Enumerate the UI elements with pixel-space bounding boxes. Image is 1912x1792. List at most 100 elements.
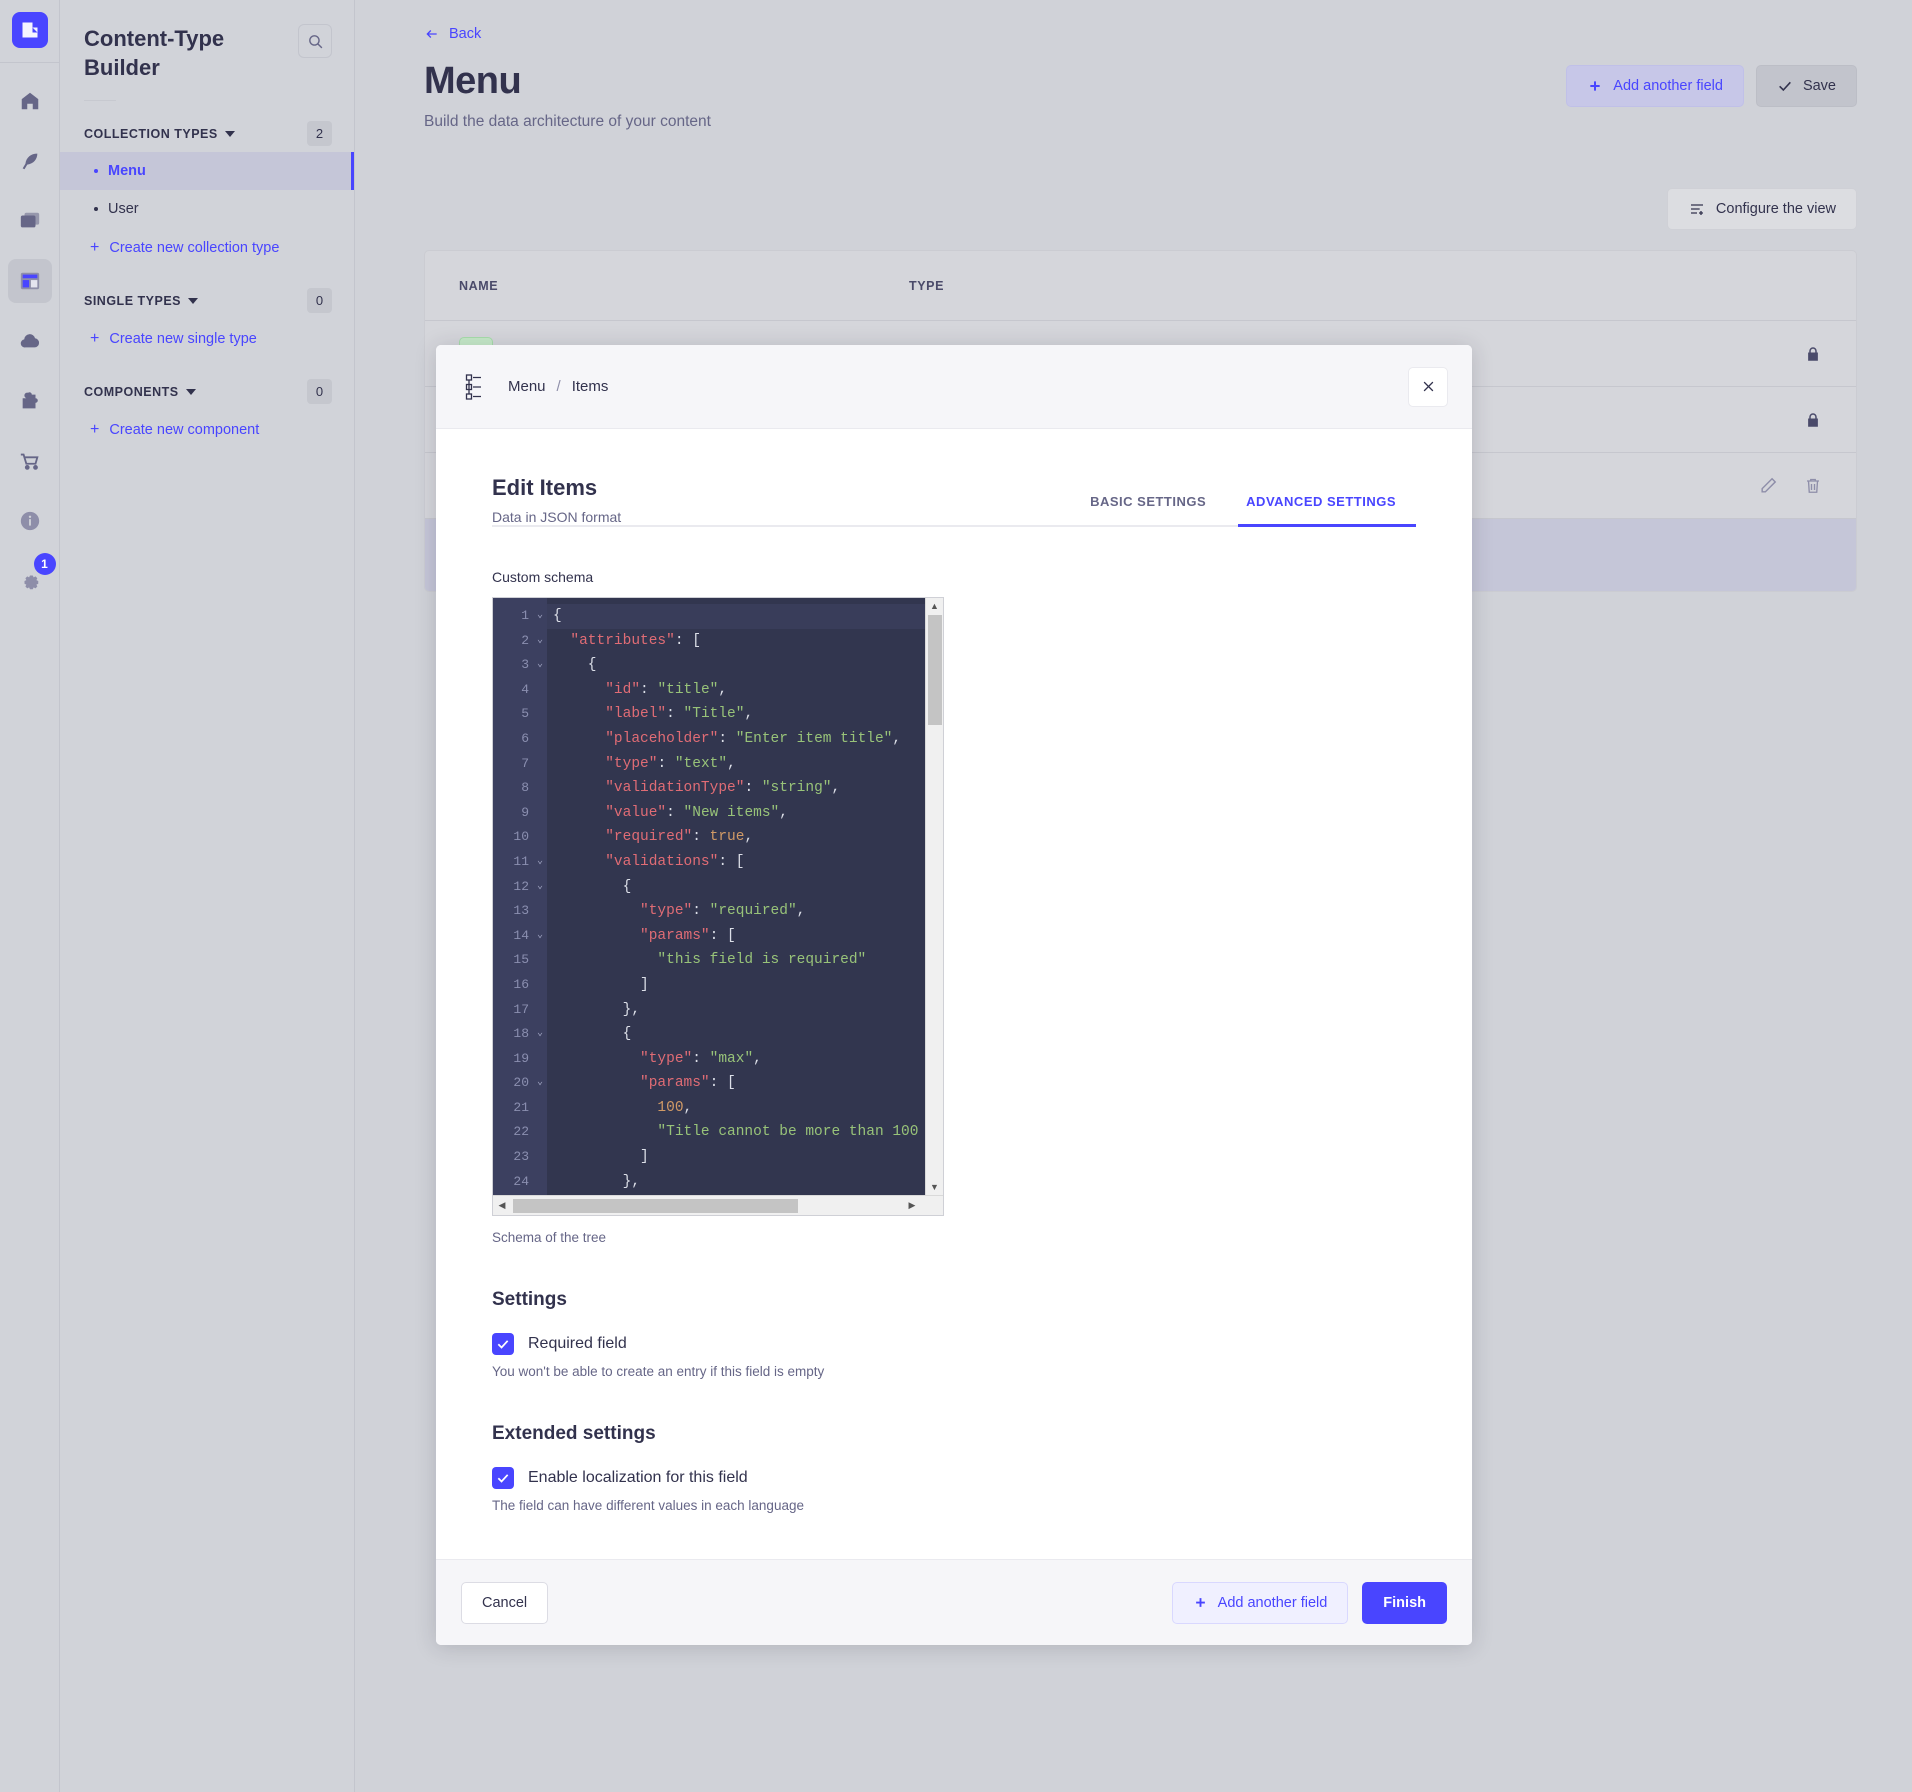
tab-advanced-settings[interactable]: ADVANCED SETTINGS (1226, 494, 1416, 525)
rail-icon-list: 1 (8, 63, 52, 603)
editor-code-line[interactable]: "attributes": [ (547, 629, 943, 654)
scroll-right-icon[interactable]: ▶ (903, 1200, 921, 1211)
lock-icon (1804, 410, 1822, 430)
strapi-logo-icon[interactable] (12, 12, 48, 48)
editor-line-number: 3⌄ (493, 653, 547, 678)
home-icon[interactable] (8, 79, 52, 123)
vertical-scroll-thumb[interactable] (928, 615, 942, 725)
sidebar-item-user[interactable]: User (60, 190, 354, 228)
sidebar-group-single-types[interactable]: SINGLE TYPES 0 (60, 268, 354, 319)
editor-code-line[interactable]: "placeholder": "Enter item title", (547, 727, 943, 752)
cloud-icon[interactable] (8, 319, 52, 363)
add-another-field-button[interactable]: Add another field (1566, 65, 1744, 107)
save-label: Save (1803, 78, 1836, 94)
modal-add-another-field-button[interactable]: Add another field (1172, 1582, 1349, 1624)
back-link[interactable]: Back (424, 26, 481, 42)
delete-trash-icon[interactable] (1804, 476, 1822, 495)
editor-code-line[interactable]: "required": true, (547, 825, 943, 850)
editor-code-line[interactable]: "type": "required", (547, 899, 943, 924)
settings-gear-icon[interactable]: 1 (8, 559, 52, 603)
save-button[interactable]: Save (1756, 65, 1857, 107)
finish-button[interactable]: Finish (1362, 1582, 1447, 1624)
scroll-down-icon[interactable]: ▼ (926, 1179, 943, 1195)
plus-icon: + (90, 422, 99, 438)
editor-code-line[interactable]: ] (547, 973, 943, 998)
create-new-collection-type-link[interactable]: + Create new collection type (60, 228, 354, 268)
editor-code-line[interactable]: ] (547, 1145, 943, 1170)
editor-code-line[interactable]: }, (547, 998, 943, 1023)
editor-code-line[interactable]: "type": "text", (547, 752, 943, 777)
column-header-name: NAME (459, 279, 909, 293)
custom-schema-editor[interactable]: 1⌄2⌄3⌄4567891011⌄12⌄1314⌄15161718⌄1920⌄2… (492, 597, 944, 1216)
editor-code-line[interactable]: "type": "max", (547, 1047, 943, 1072)
scroll-up-icon[interactable]: ▲ (926, 598, 943, 614)
enable-localization-checkbox[interactable] (492, 1467, 514, 1489)
chevron-down-icon (188, 298, 198, 304)
editor-code-line[interactable]: "value": "New items", (547, 801, 943, 826)
plugins-puzzle-icon[interactable] (8, 379, 52, 423)
editor-code-line[interactable]: 100, (547, 1096, 943, 1121)
scroll-left-icon[interactable]: ◀ (493, 1200, 511, 1211)
info-icon[interactable] (8, 499, 52, 543)
close-icon[interactable] (1408, 367, 1448, 407)
fold-chevron-icon[interactable]: ⌄ (537, 604, 543, 629)
fold-chevron-icon[interactable]: ⌄ (537, 875, 543, 900)
editor-line-number: 15 (493, 948, 547, 973)
fold-chevron-icon[interactable]: ⌄ (537, 850, 543, 875)
editor-line-number: 4 (493, 678, 547, 703)
code-token-pun: : (692, 1051, 709, 1067)
configure-the-view-button[interactable]: Configure the view (1667, 188, 1857, 230)
settings-section-title: Settings (492, 1289, 1416, 1311)
code-token-str: "New items" (684, 805, 780, 821)
editor-viewport[interactable]: 1⌄2⌄3⌄4567891011⌄12⌄1314⌄15161718⌄1920⌄2… (493, 598, 943, 1195)
sidebar-item-menu[interactable]: Menu (60, 152, 354, 190)
editor-code-line[interactable]: "Title cannot be more than 100 character… (547, 1120, 943, 1145)
create-new-component-link[interactable]: + Create new component (60, 410, 354, 450)
create-new-single-type-link[interactable]: + Create new single type (60, 319, 354, 359)
edit-pencil-icon[interactable] (1759, 476, 1778, 495)
bullet-icon (94, 169, 98, 173)
sidebar-group-components[interactable]: COMPONENTS 0 (60, 359, 354, 410)
code-token-key: "value" (605, 805, 666, 821)
breadcrumb-item-menu[interactable]: Menu (508, 378, 546, 395)
sidebar-group-collection-types[interactable]: COLLECTION TYPES 2 (60, 101, 354, 152)
required-field-checkbox[interactable] (492, 1333, 514, 1355)
editor-horizontal-scrollbar[interactable]: ◀ ▶ (493, 1195, 943, 1215)
editor-code-line[interactable]: "params": [ (547, 1071, 943, 1096)
media-library-icon[interactable] (8, 199, 52, 243)
fold-chevron-icon[interactable]: ⌄ (537, 924, 543, 949)
editor-code-line[interactable]: "this field is required" (547, 948, 943, 973)
breadcrumb-item-items[interactable]: Items (572, 378, 609, 395)
code-token-pun (553, 1051, 640, 1067)
editor-code-line[interactable]: { (547, 653, 943, 678)
tab-basic-settings[interactable]: BASIC SETTINGS (1070, 494, 1226, 525)
editor-code-line[interactable]: { (547, 604, 943, 629)
fold-chevron-icon[interactable]: ⌄ (537, 653, 543, 678)
code-token-str: "Title cannot be more than 100 character… (657, 1124, 943, 1140)
editor-code-line[interactable]: { (547, 875, 943, 900)
row-actions (1759, 476, 1822, 495)
editor-code-line[interactable]: }, (547, 1170, 943, 1195)
editor-code-line[interactable]: "params": [ (547, 924, 943, 949)
fold-chevron-icon[interactable]: ⌄ (537, 1022, 543, 1047)
editor-code-line[interactable]: { (547, 1022, 943, 1047)
editor-code-line[interactable]: "validationType": "string", (547, 776, 943, 801)
editor-code-area[interactable]: { "attributes": [ { "id": "title", "labe… (547, 598, 943, 1195)
marketplace-cart-icon[interactable] (8, 439, 52, 483)
code-token-pun: : (692, 829, 709, 845)
content-type-builder-icon[interactable] (8, 259, 52, 303)
required-field-row[interactable]: Required field (492, 1333, 1416, 1355)
search-icon[interactable] (298, 24, 332, 58)
editor-vertical-scrollbar[interactable]: ▲ ▼ (925, 598, 943, 1195)
sidebar-title: Content-Type Builder (84, 24, 259, 82)
enable-localization-row[interactable]: Enable localization for this field (492, 1467, 1416, 1489)
fold-chevron-icon[interactable]: ⌄ (537, 1071, 543, 1096)
editor-code-line[interactable]: "id": "title", (547, 678, 943, 703)
cancel-button[interactable]: Cancel (461, 1582, 548, 1624)
horizontal-scroll-thumb[interactable] (513, 1199, 798, 1213)
fold-chevron-icon[interactable]: ⌄ (537, 629, 543, 654)
editor-code-line[interactable]: "label": "Title", (547, 702, 943, 727)
feather-icon[interactable] (8, 139, 52, 183)
check-icon (1777, 78, 1793, 94)
editor-code-line[interactable]: "validations": [ (547, 850, 943, 875)
